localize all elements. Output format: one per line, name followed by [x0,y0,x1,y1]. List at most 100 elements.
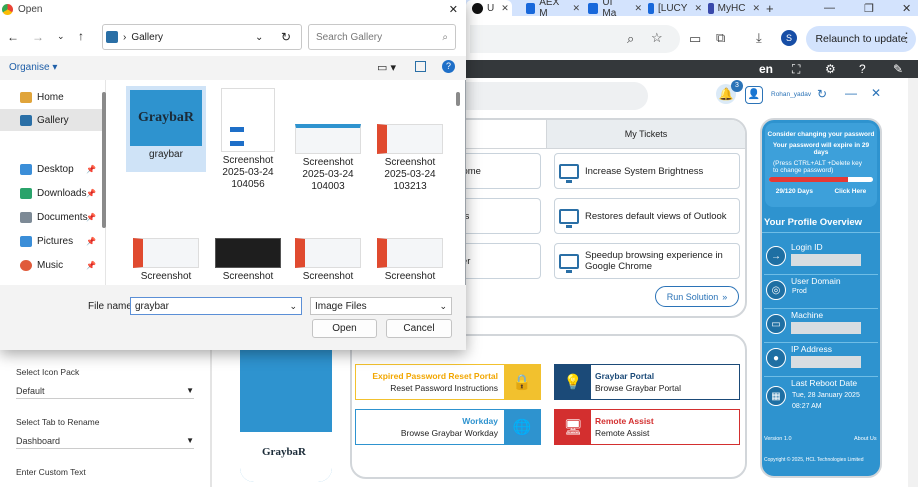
monitor-icon [559,208,579,228]
address-dropdown-icon[interactable]: ⌄ [255,32,263,43]
tab-ui-ma[interactable]: UI Ma ✕ [582,0,642,19]
profile-login-id: → Login ID [764,242,878,275]
user-icon[interactable]: 👤 [745,86,763,104]
tab-myhc[interactable]: MyHC ✕ [702,0,760,16]
file-type-select[interactable]: Image Files ⌄ [310,297,452,315]
download-icon[interactable]: ⤓ [756,30,762,46]
recent-chevron-icon[interactable]: ⌄ [57,31,65,42]
forward-arrow-icon[interactable]: → [32,30,44,44]
caret-down-icon: ▼ [186,436,194,445]
file-thumbnail [377,124,443,154]
solution-chrome[interactable]: Speedup browsing experience in Google Ch… [554,243,740,279]
nav-item-home[interactable]: Home [0,86,104,108]
view-options-icon[interactable]: ▭ ▾ [377,61,396,74]
nav-item-desktop[interactable]: Desktop 📌 [0,158,104,180]
close-icon[interactable]: ✕ [634,3,642,14]
up-arrow-icon[interactable]: ↑ [78,29,84,43]
close-icon[interactable]: ✕ [694,3,702,14]
help-icon[interactable]: ? [442,60,455,73]
bookmark-star-icon[interactable]: ☆ [651,30,663,46]
file-name-label: File name: [88,301,135,312]
file-item-screenshot[interactable]: Screenshot [126,238,206,283]
tab-aex[interactable]: AEX M ✕ [520,0,580,19]
page-scrollbar[interactable] [908,78,918,487]
dialog-address-bar[interactable]: › Gallery ⌄ ↻ [102,24,302,50]
jira-icon [526,2,536,14]
organise-menu[interactable]: Organise ▾ [9,62,57,73]
close-icon[interactable]: ✕ [572,3,580,14]
nav-item-documents[interactable]: Documents 📌 [0,206,104,228]
file-item-screenshot[interactable]: Screenshot 2025-03-24 104003 [288,124,368,193]
close-app-icon[interactable]: ✕ [871,86,881,100]
dialog-close-button[interactable]: ✕ [449,3,458,16]
nav-item-downloads[interactable]: Downloads 📌 [0,182,104,204]
extensions-icon[interactable]: ⧉ [716,30,725,46]
refresh-icon[interactable]: ↻ [817,87,827,101]
icon-pack-label: Select Icon Pack [16,367,80,377]
run-solution-button[interactable]: Run Solution » [655,286,739,307]
link-password-reset[interactable]: Expired Password Reset Portal Reset Passw… [355,364,541,400]
close-icon[interactable]: ✕ [752,3,760,14]
link-graybar-portal[interactable]: Graybar Portal Browse Graybar Portal 💡 [554,364,740,400]
file-item-graybar[interactable]: GraybaR graybar [126,86,206,172]
link-remote-assist[interactable]: Remote Assist Remote Assist 🖥 [554,409,740,445]
cancel-button[interactable]: Cancel [386,319,452,338]
tab-rename-select[interactable]: Dashboard ▼ [16,433,194,449]
solution-brightness[interactable]: Increase System Brightness [554,153,740,189]
about-link[interactable]: About Us [854,436,877,442]
close-icon[interactable]: ✕ [501,3,509,14]
tab-lucy[interactable]: [LUCY ✕ [642,0,702,16]
copyright: Copyright © 2025, HCL Technologies Limit… [764,457,864,463]
settings-icon[interactable]: ⚙ [825,62,836,76]
window-close-button[interactable]: ✕ [896,0,911,16]
pin-icon[interactable]: 📌 [86,189,96,198]
refresh-icon[interactable]: ↻ [281,30,291,44]
nav-item-pictures[interactable]: Pictures 📌 [0,230,104,252]
cast-icon[interactable]: ▭ [689,31,701,47]
file-item-screenshot[interactable]: Screenshot [288,238,368,283]
dialog-search-input[interactable]: Search Gallery ⌕ [308,24,456,50]
minimize-button[interactable]: — [818,0,835,16]
tab-my-tickets[interactable]: My Tickets [546,120,745,148]
file-name-input[interactable]: graybar ⌄ [130,297,302,315]
tab-rename-label: Select Tab to Rename [16,417,100,427]
preview-pane-icon[interactable] [415,61,426,72]
music-icon [20,259,32,271]
file-item-screenshot[interactable]: Screenshot [370,238,450,283]
lock-icon: 🔒 [504,365,540,399]
calendar-icon: ▦ [766,386,786,406]
tab-active[interactable]: U ✕ [466,0,512,16]
more-menu-icon[interactable]: ⋮ [900,30,913,46]
password-progress-fill [769,177,849,182]
caret-down-icon: ▼ [186,386,194,395]
nav-item-music[interactable]: Music 📌 [0,254,104,276]
minimize-icon[interactable]: — [845,86,857,100]
link-workday[interactable]: Workday Browse Graybar Workday 🌐 [355,409,541,445]
profile-avatar[interactable]: S [781,30,797,46]
screenshot-icon[interactable]: ⛶ [792,62,800,77]
nav-scrollbar[interactable] [102,92,106,228]
file-item-screenshot[interactable]: Screenshot 2025-03-24 103213 [370,124,450,193]
help-icon[interactable]: ? [859,62,866,76]
maximize-button[interactable]: ❐ [858,0,874,16]
pin-icon[interactable]: 📌 [86,237,96,246]
solution-outlook[interactable]: Restores default views of Outlook [554,198,740,234]
back-arrow-icon[interactable]: ← [7,30,19,44]
nav-item-gallery[interactable]: Gallery [0,109,104,131]
file-grid-scrollbar[interactable] [456,92,460,106]
file-item-screenshot[interactable]: Screenshot 2025-03-24 104056 [208,88,288,191]
login-icon: → [766,246,786,266]
address-bar[interactable] [470,25,680,53]
pin-icon[interactable]: 📌 [86,213,96,222]
click-here-link[interactable]: Click Here [834,188,866,195]
pin-icon[interactable]: 📌 [86,165,96,174]
icon-pack-select[interactable]: Default ▼ [16,383,194,399]
file-item-screenshot[interactable]: Screenshot [208,238,288,283]
new-tab-button[interactable]: + [760,0,774,16]
language-selector[interactable]: en [759,62,773,76]
pin-icon[interactable]: 📌 [86,261,96,270]
open-button[interactable]: Open [312,319,377,338]
zoom-icon[interactable]: ⌕ [627,31,634,47]
pin-icon[interactable]: ✎ [893,62,903,76]
monitor-icon [559,253,579,273]
